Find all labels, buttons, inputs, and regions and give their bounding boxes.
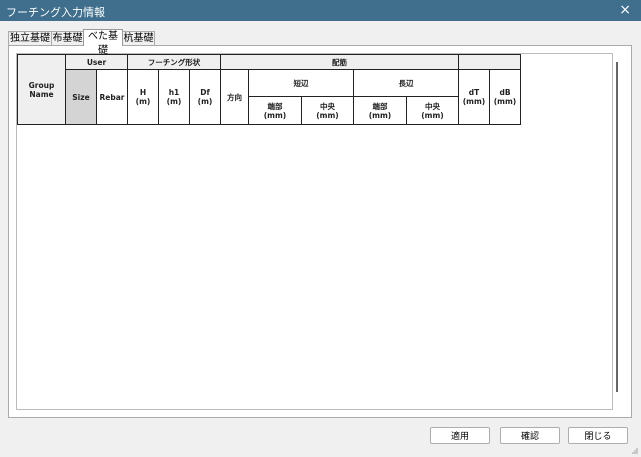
header-long-side: 長辺 — [353, 69, 459, 97]
header-blank — [458, 54, 521, 70]
header-direction: 方向 — [220, 69, 249, 125]
window-title: フーチング入力情報 — [6, 6, 105, 19]
close-icon[interactable]: × — [619, 2, 631, 18]
header-short-center: 中央 (mm) — [301, 96, 354, 125]
header-user: User — [65, 54, 128, 70]
apply-button[interactable]: 適用 — [430, 427, 490, 444]
close-button[interactable]: 閉じる — [568, 427, 628, 444]
header-footing-shape: フーチング形状 — [127, 54, 221, 70]
header-dt: dT (mm) — [458, 69, 490, 125]
header-h1: h1 (m) — [158, 69, 190, 125]
tab-panel: Group Name User フーチング形状 配筋 Size Rebar H … — [8, 45, 632, 418]
header-db: dB (mm) — [489, 69, 521, 125]
header-long-center: 中央 (mm) — [406, 96, 459, 125]
header-short-side: 短辺 — [248, 69, 354, 97]
header-df: Df (m) — [189, 69, 221, 125]
tab-mat-foundation[interactable]: べた基礎 — [83, 29, 123, 56]
header-h: H (m) — [127, 69, 159, 125]
header-rebar: Rebar — [96, 69, 128, 125]
tab-pile-foundation[interactable]: 杭基礎 — [122, 31, 155, 46]
header-short-edge: 端部 (mm) — [248, 96, 302, 125]
header-group-name: Group Name — [17, 54, 66, 125]
confirm-button[interactable]: 確認 — [500, 427, 560, 444]
header-size: Size — [65, 69, 97, 125]
footing-grid[interactable]: Group Name User フーチング形状 配筋 Size Rebar H … — [16, 53, 613, 410]
resize-grip-icon[interactable] — [631, 447, 639, 455]
tab-isolated-footing[interactable]: 独立基礎 — [8, 31, 52, 46]
title-bar: フーチング入力情報 × — [0, 0, 641, 21]
tab-strip-footing[interactable]: 布基礎 — [51, 31, 84, 46]
header-long-edge: 端部 (mm) — [353, 96, 407, 125]
vertical-scrollbar[interactable] — [616, 62, 618, 392]
header-reinforcement: 配筋 — [220, 54, 459, 70]
